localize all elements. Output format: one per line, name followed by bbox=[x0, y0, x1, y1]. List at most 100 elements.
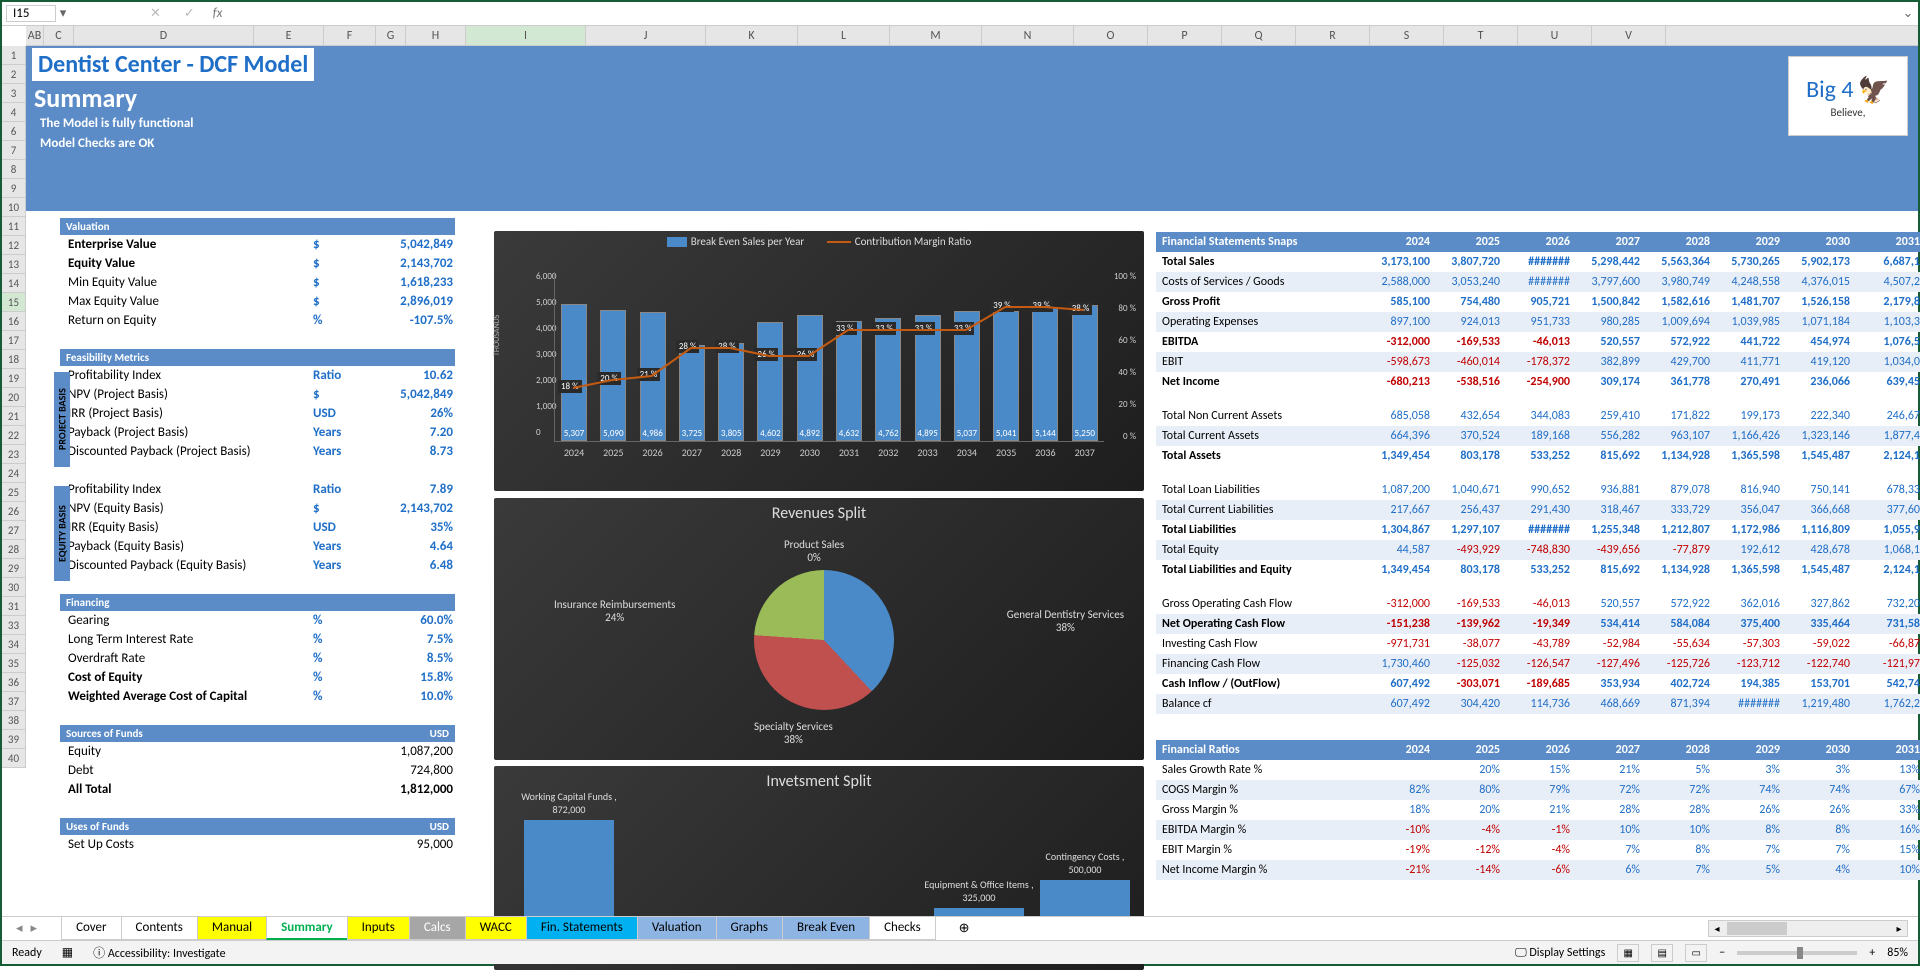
row-header-37[interactable]: 37 bbox=[2, 692, 25, 711]
zoom-slider[interactable] bbox=[1737, 951, 1857, 955]
col-header-S[interactable]: S bbox=[1370, 26, 1444, 45]
fin-row: Financing Cash Flow1,730,460-125,032-126… bbox=[1156, 654, 1920, 674]
tab-manual[interactable]: Manual bbox=[197, 917, 267, 940]
row-header-10[interactable]: 10 bbox=[2, 198, 25, 217]
fin-row: Gross Profit585,100754,480905,7211,500,8… bbox=[1156, 292, 1920, 312]
row-header-13[interactable]: 13 bbox=[2, 255, 25, 274]
normal-view-icon[interactable]: ▦ bbox=[1617, 944, 1639, 962]
page-break-icon[interactable]: ▭ bbox=[1685, 944, 1707, 962]
row-header-38[interactable]: 38 bbox=[2, 711, 25, 730]
tab-valuation[interactable]: Valuation bbox=[637, 917, 717, 940]
tab-summary[interactable]: Summary bbox=[266, 917, 348, 940]
row-header-9[interactable]: 9 bbox=[2, 179, 25, 198]
row-header-19[interactable]: 19 bbox=[2, 369, 25, 388]
row-header-21[interactable]: 21 bbox=[2, 407, 25, 426]
row-header-16[interactable]: 16 bbox=[2, 312, 25, 331]
fin-row: Total Loan Liabilities1,087,2001,040,671… bbox=[1156, 480, 1920, 500]
tab-calcs[interactable]: Calcs bbox=[409, 917, 466, 940]
row-header-31[interactable]: 31 bbox=[2, 597, 25, 616]
sources-header: Sources of FundsUSD bbox=[60, 725, 455, 742]
row-header-34[interactable]: 34 bbox=[2, 635, 25, 654]
fx-icon[interactable]: fx bbox=[213, 6, 223, 21]
tab-fin--statements[interactable]: Fin. Statements bbox=[526, 917, 638, 940]
accessibility-status[interactable]: ⓘ Accessibility: Investigate bbox=[93, 944, 225, 961]
tab-inputs[interactable]: Inputs bbox=[347, 917, 410, 940]
row-header-11[interactable]: 11 bbox=[2, 217, 25, 236]
column-headers[interactable]: ABCDEFGHIJKLMNOPQRSTUV bbox=[26, 26, 1918, 46]
row-header-33[interactable]: 33 bbox=[2, 616, 25, 635]
tab-nav-arrows[interactable]: ◂▸ bbox=[2, 921, 41, 936]
row-header-28[interactable]: 28 bbox=[2, 540, 25, 559]
fin-row: Total Current Liabilities217,667256,4372… bbox=[1156, 500, 1920, 520]
name-box-dropdown-icon[interactable]: ▾ bbox=[56, 6, 70, 21]
col-header-K[interactable]: K bbox=[706, 26, 798, 45]
row-header-7[interactable]: 7 bbox=[2, 141, 25, 160]
data-row: Set Up Costs95,000 bbox=[60, 835, 455, 854]
col-header-M[interactable]: M bbox=[890, 26, 982, 45]
col-header-N[interactable]: N bbox=[982, 26, 1074, 45]
col-header-L[interactable]: L bbox=[798, 26, 890, 45]
row-header-2[interactable]: 2 bbox=[2, 65, 25, 84]
row-header-29[interactable]: 29 bbox=[2, 559, 25, 578]
col-header-C[interactable]: C bbox=[44, 26, 74, 45]
row-header-30[interactable]: 30 bbox=[2, 578, 25, 597]
page-layout-icon[interactable]: ▤ bbox=[1651, 944, 1673, 962]
col-header-AB[interactable]: AB bbox=[26, 26, 44, 45]
row-header-17[interactable]: 17 bbox=[2, 331, 25, 350]
row-header-20[interactable]: 20 bbox=[2, 388, 25, 407]
row-header-35[interactable]: 35 bbox=[2, 654, 25, 673]
row-header-22[interactable]: 22 bbox=[2, 426, 25, 445]
zoom-level[interactable]: 85% bbox=[1887, 946, 1908, 960]
spreadsheet-grid[interactable]: ABCDEFGHIJKLMNOPQRSTUV 12346789101112131… bbox=[2, 26, 1918, 902]
row-header-18[interactable]: 18 bbox=[2, 350, 25, 369]
col-header-O[interactable]: O bbox=[1074, 26, 1148, 45]
row-header-4[interactable]: 4 bbox=[2, 103, 25, 122]
row-header-6[interactable]: 6 bbox=[2, 122, 25, 141]
tab-contents[interactable]: Contents bbox=[121, 917, 198, 940]
col-header-E[interactable]: E bbox=[254, 26, 324, 45]
col-header-G[interactable]: G bbox=[376, 26, 406, 45]
col-header-U[interactable]: U bbox=[1518, 26, 1592, 45]
col-header-Q[interactable]: Q bbox=[1222, 26, 1296, 45]
col-header-V[interactable]: V bbox=[1592, 26, 1666, 45]
fin-row: EBIT Margin %-19%-12%-4%7%8%7%7%15% bbox=[1156, 840, 1920, 860]
row-header-27[interactable]: 27 bbox=[2, 521, 25, 540]
col-header-J[interactable]: J bbox=[586, 26, 706, 45]
macro-icon[interactable]: ▦ bbox=[62, 945, 73, 960]
col-header-T[interactable]: T bbox=[1444, 26, 1518, 45]
col-header-R[interactable]: R bbox=[1296, 26, 1370, 45]
tab-break-even[interactable]: Break Even bbox=[782, 917, 870, 940]
row-header-36[interactable]: 36 bbox=[2, 673, 25, 692]
add-sheet-icon[interactable]: ⊕ bbox=[945, 918, 984, 939]
zoom-in[interactable]: + bbox=[1869, 946, 1875, 960]
tab-cover[interactable]: Cover bbox=[61, 917, 121, 940]
row-header-23[interactable]: 23 bbox=[2, 445, 25, 464]
row-header-24[interactable]: 24 bbox=[2, 464, 25, 483]
row-header-1[interactable]: 1 bbox=[2, 46, 25, 65]
col-header-F[interactable]: F bbox=[324, 26, 376, 45]
col-header-D[interactable]: D bbox=[74, 26, 254, 45]
row-header-14[interactable]: 14 bbox=[2, 274, 25, 293]
row-header-3[interactable]: 3 bbox=[2, 84, 25, 103]
row-header-39[interactable]: 39 bbox=[2, 730, 25, 749]
col-header-P[interactable]: P bbox=[1148, 26, 1222, 45]
col-header-I[interactable]: I bbox=[466, 26, 586, 45]
row-header-40[interactable]: 40 bbox=[2, 749, 25, 768]
note-1: The Model is fully functional bbox=[34, 116, 199, 131]
zoom-out[interactable]: − bbox=[1719, 946, 1725, 960]
horizontal-scrollbar[interactable]: ◂▸ bbox=[1708, 920, 1908, 937]
expand-formula-icon[interactable]: ⌄ bbox=[1898, 6, 1918, 21]
tab-graphs[interactable]: Graphs bbox=[716, 917, 783, 940]
row-header-8[interactable]: 8 bbox=[2, 160, 25, 179]
row-header-25[interactable]: 25 bbox=[2, 483, 25, 502]
row-header-12[interactable]: 12 bbox=[2, 236, 25, 255]
row-header-26[interactable]: 26 bbox=[2, 502, 25, 521]
tab-wacc[interactable]: WACC bbox=[465, 917, 527, 940]
revenues-pie-chart: Revenues Split General Dentistry Service… bbox=[494, 498, 1144, 760]
name-box[interactable]: I15 bbox=[6, 5, 56, 22]
col-header-H[interactable]: H bbox=[406, 26, 466, 45]
display-settings[interactable]: 🖵 Display Settings bbox=[1515, 946, 1605, 960]
row-header-15[interactable]: 15 bbox=[2, 293, 25, 312]
tab-checks[interactable]: Checks bbox=[869, 917, 936, 940]
row-headers[interactable]: 1234678910111213141516171819202122232425… bbox=[2, 46, 26, 768]
